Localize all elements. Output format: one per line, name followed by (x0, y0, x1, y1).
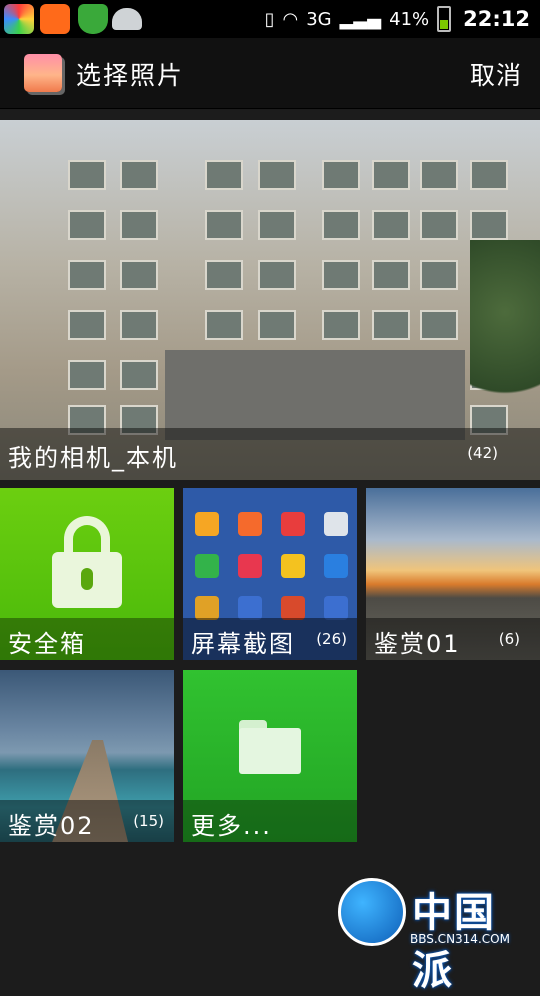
building-window (372, 260, 410, 290)
album-name: 鉴赏02 (8, 812, 95, 840)
album-safe[interactable]: 安全箱 (0, 488, 174, 660)
building-window (322, 310, 360, 340)
album-count: (15) (133, 812, 164, 830)
building-window (68, 210, 106, 240)
album-caption: 屏幕截图 (26) (183, 618, 357, 660)
building-window (120, 360, 158, 390)
building-window (68, 310, 106, 340)
album-more[interactable]: 更多... (183, 670, 357, 842)
album-name: 更多... (191, 812, 272, 840)
watermark-logo-icon (338, 878, 406, 946)
building-window (470, 210, 508, 240)
building-window (322, 160, 360, 190)
album-screenshots[interactable]: 屏幕截图 (26) (183, 488, 357, 660)
building-window (68, 260, 106, 290)
album-name: 鉴赏01 (374, 630, 461, 658)
album-count: (26) (316, 630, 347, 648)
folder-icon (239, 720, 301, 774)
album-name: 安全箱 (8, 630, 86, 658)
album-appreciate-01[interactable]: 鉴赏01 (6) (366, 488, 540, 660)
album-caption: 我的相机_本机 (42) (0, 428, 540, 480)
sogou-input-icon (40, 4, 70, 34)
building-window (205, 310, 243, 340)
building-window (68, 360, 106, 390)
screenshot-thumbnail (195, 512, 348, 620)
page-title: 选择照片 (76, 61, 185, 90)
building-window (322, 210, 360, 240)
building-window (258, 160, 296, 190)
status-bar: ▯ ◠ 3G ▂▃▄ 41% 22:12 (0, 0, 540, 38)
album-count: (42) (467, 444, 498, 462)
android-icon (112, 8, 142, 30)
building-window (120, 210, 158, 240)
album-appreciate-02[interactable]: 鉴赏02 (15) (0, 670, 174, 842)
building-window (372, 210, 410, 240)
building-window (205, 210, 243, 240)
building-window (258, 310, 296, 340)
building-window (420, 310, 458, 340)
building-window (205, 160, 243, 190)
network-type: 3G (306, 8, 332, 30)
album-camera[interactable]: 我的相机_本机 (42) (0, 120, 540, 480)
building-window (420, 210, 458, 240)
album-caption: 更多... (183, 800, 357, 842)
battery-icon (437, 6, 452, 32)
building-window (258, 260, 296, 290)
cancel-button[interactable]: 取消 (470, 56, 522, 92)
building-window (322, 260, 360, 290)
album-caption: 鉴赏02 (15) (0, 800, 174, 842)
building-window (470, 160, 508, 190)
colorful-launcher-icon (4, 4, 34, 34)
security-icon (78, 4, 108, 34)
album-caption: 鉴赏01 (6) (366, 618, 540, 660)
wifi-icon: ◠ (282, 8, 299, 30)
lock-icon (52, 516, 122, 608)
building-window (120, 310, 158, 340)
building-window (120, 260, 158, 290)
building-window (68, 160, 106, 190)
signal-icon: ▂▃▄ (339, 8, 382, 30)
gallery-app-icon (24, 54, 62, 92)
clock: 22:12 (463, 7, 530, 31)
building-window (258, 210, 296, 240)
phone-icon: ▯ (264, 8, 275, 30)
watermark-url: BBS.CN314.COM (410, 932, 510, 946)
watermark: 中国派 BBS.CN314.COM (338, 878, 534, 994)
battery-percent: 41% (389, 8, 430, 30)
building-window (420, 260, 458, 290)
title-bar: 选择照片 取消 (0, 38, 540, 109)
album-caption: 安全箱 (0, 618, 174, 660)
building-window (372, 310, 410, 340)
building-window (205, 260, 243, 290)
tree-shape (470, 240, 540, 420)
building-window (120, 160, 158, 190)
building-window (372, 160, 410, 190)
album-name: 屏幕截图 (191, 630, 295, 658)
building-window (420, 160, 458, 190)
garage-shape (165, 350, 465, 440)
album-count: (6) (498, 630, 520, 648)
album-name: 我的相机_本机 (8, 444, 178, 472)
